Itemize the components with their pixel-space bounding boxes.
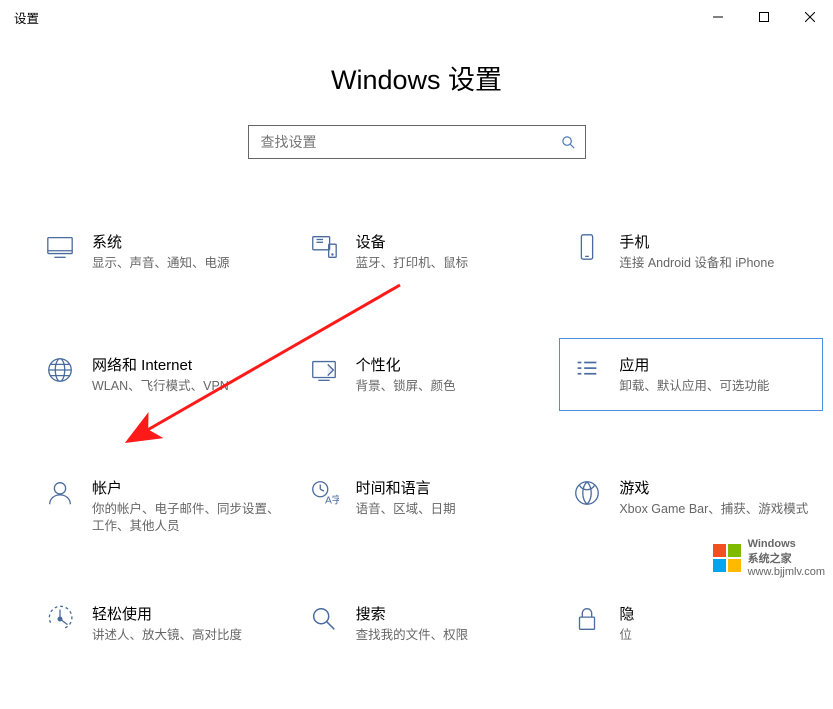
category-title: 系统 — [92, 231, 230, 252]
search-box[interactable] — [248, 125, 586, 159]
category-title: 个性化 — [356, 354, 456, 375]
category-desc: 你的帐户、电子邮件、同步设置、工作、其他人员 — [92, 501, 288, 535]
settings-grid: 系统 显示、声音、通知、电源 设备 蓝牙、打印机、鼠标 手机 连接 Androi… — [0, 215, 833, 709]
category-system[interactable]: 系统 显示、声音、通知、电源 — [32, 215, 296, 288]
category-apps[interactable]: 应用 卸载、默认应用、可选功能 — [559, 338, 823, 411]
category-phone[interactable]: 手机 连接 Android 设备和 iPhone — [559, 215, 823, 288]
category-accounts[interactable]: 帐户 你的帐户、电子邮件、同步设置、工作、其他人员 — [32, 461, 296, 551]
search-category-icon — [300, 603, 348, 637]
system-icon — [36, 231, 84, 265]
category-privacy[interactable]: 隐 位 — [559, 587, 823, 660]
category-title: 设备 — [356, 231, 469, 252]
category-ease-of-access[interactable]: 轻松使用 讲述人、放大镜、高对比度 — [32, 587, 296, 660]
category-title: 应用 — [619, 354, 769, 375]
devices-icon — [300, 231, 348, 265]
category-desc: 位 — [619, 627, 634, 644]
window-controls — [695, 0, 833, 34]
title-bar: 设置 — [0, 0, 833, 34]
category-title: 搜索 — [356, 603, 469, 624]
personalization-icon — [300, 354, 348, 388]
category-title: 帐户 — [92, 477, 288, 498]
gaming-icon — [563, 477, 611, 511]
category-desc: 卸载、默认应用、可选功能 — [619, 378, 769, 395]
category-title: 游戏 — [619, 477, 808, 498]
category-desc: 语音、区域、日期 — [356, 501, 456, 518]
category-desc: 背景、锁屏、颜色 — [356, 378, 456, 395]
category-devices[interactable]: 设备 蓝牙、打印机、鼠标 — [296, 215, 560, 288]
windows-logo-icon — [710, 541, 744, 575]
svg-text:A字: A字 — [325, 493, 339, 506]
page-title: Windows 设置 — [0, 58, 833, 97]
category-personalization[interactable]: 个性化 背景、锁屏、颜色 — [296, 338, 560, 411]
privacy-icon — [563, 603, 611, 637]
category-desc: Xbox Game Bar、捕获、游戏模式 — [619, 501, 808, 518]
category-title: 隐 — [619, 603, 634, 624]
category-title: 时间和语言 — [356, 477, 456, 498]
category-desc: 显示、声音、通知、电源 — [92, 255, 230, 272]
search-input[interactable] — [259, 133, 559, 151]
category-desc: WLAN、飞行模式、VPN — [92, 378, 229, 395]
watermark-brand: Windows — [748, 538, 825, 550]
category-search[interactable]: 搜索 查找我的文件、权限 — [296, 587, 560, 660]
network-icon — [36, 354, 84, 388]
window-title: 设置 — [14, 8, 39, 27]
ease-icon — [36, 603, 84, 637]
category-title: 轻松使用 — [92, 603, 242, 624]
watermark-url: www.bjjmlv.com — [748, 566, 825, 578]
minimize-button[interactable] — [695, 0, 741, 34]
category-time-language[interactable]: A字 时间和语言 语音、区域、日期 — [296, 461, 560, 551]
watermark: Windows系统之家 www.bjjmlv.com — [710, 538, 825, 578]
category-desc: 连接 Android 设备和 iPhone — [619, 255, 774, 272]
maximize-button[interactable] — [741, 0, 787, 34]
close-button[interactable] — [787, 0, 833, 34]
category-desc: 讲述人、放大镜、高对比度 — [92, 627, 242, 644]
category-desc: 查找我的文件、权限 — [356, 627, 469, 644]
apps-icon — [563, 354, 611, 388]
search-icon[interactable] — [559, 132, 579, 152]
category-desc: 蓝牙、打印机、鼠标 — [356, 255, 469, 272]
time-language-icon: A字 — [300, 477, 348, 511]
category-title: 网络和 Internet — [92, 354, 229, 375]
category-network[interactable]: 网络和 Internet WLAN、飞行模式、VPN — [32, 338, 296, 411]
category-title: 手机 — [619, 231, 774, 252]
accounts-icon — [36, 477, 84, 511]
phone-icon — [563, 231, 611, 265]
